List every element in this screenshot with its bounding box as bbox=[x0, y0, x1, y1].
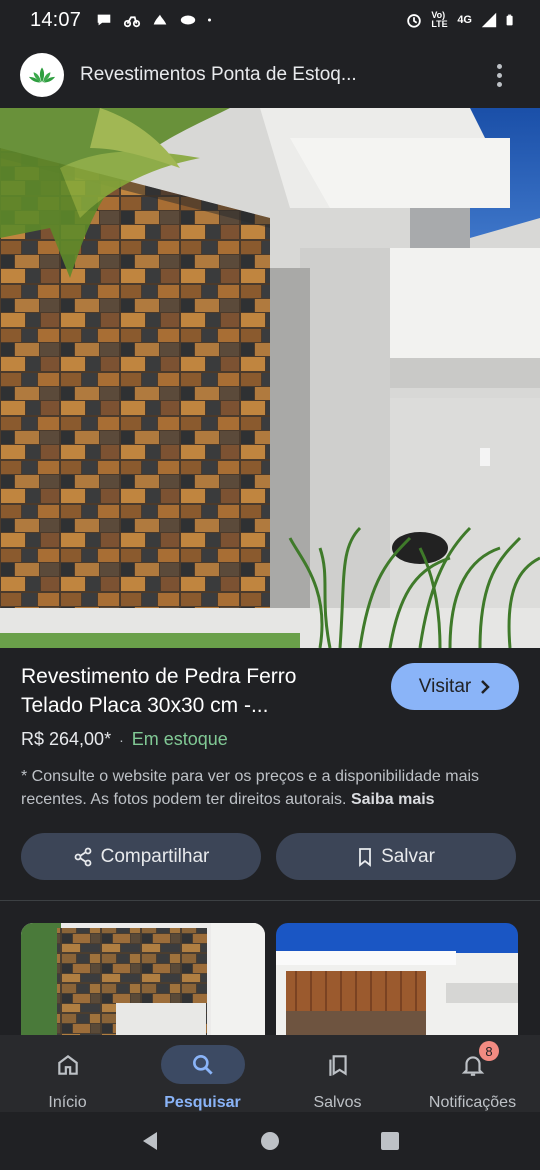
more-vert-icon[interactable] bbox=[484, 55, 514, 95]
site-title[interactable]: Revestimentos Ponta de Estoq... bbox=[80, 64, 357, 86]
status-time: 14:07 bbox=[30, 8, 82, 31]
nav-label-search: Pesquisar bbox=[164, 1094, 241, 1111]
share-icon bbox=[74, 847, 92, 866]
lotus-logo-icon[interactable] bbox=[20, 53, 64, 97]
bookmarks-icon bbox=[328, 1054, 347, 1076]
nav-item-saved[interactable]: Salvos bbox=[270, 1035, 405, 1112]
battery-icon bbox=[506, 14, 513, 26]
bowl-icon bbox=[180, 15, 196, 25]
status-bar: 14:07 Vo) LTE 4G bbox=[0, 0, 540, 40]
price-row: R$ 264,00* · Em estoque bbox=[21, 729, 228, 750]
nav-item-notifications[interactable]: 8 Notificações bbox=[405, 1035, 540, 1112]
chat-bubble-icon bbox=[97, 14, 111, 26]
nav-label-saved: Salvos bbox=[313, 1094, 362, 1111]
visit-label: Visitar bbox=[418, 675, 472, 697]
bike-icon bbox=[123, 16, 141, 28]
price-disclaimer: * Consulte o website para ver os preços … bbox=[21, 765, 521, 811]
visit-button[interactable]: Visitar bbox=[391, 663, 519, 710]
system-navigation bbox=[0, 1112, 540, 1170]
product-title: Revestimento de Pedra Ferro Telado Placa… bbox=[21, 665, 297, 717]
alarm-icon bbox=[407, 14, 422, 28]
dot-icon bbox=[208, 18, 212, 22]
learn-more-link[interactable]: Saiba mais bbox=[351, 791, 435, 808]
related-image[interactable] bbox=[21, 923, 265, 1035]
separator: · bbox=[119, 731, 124, 748]
related-image[interactable] bbox=[276, 923, 518, 1035]
recycle-icon bbox=[153, 14, 167, 25]
site-header: Revestimentos Ponta de Estoq... bbox=[0, 44, 540, 106]
home-icon bbox=[57, 1054, 78, 1075]
nav-item-search[interactable]: Pesquisar bbox=[135, 1035, 270, 1112]
back-icon[interactable] bbox=[139, 1130, 161, 1152]
nav-label-home: Início bbox=[48, 1094, 87, 1111]
notification-icons bbox=[95, 11, 217, 29]
share-button[interactable]: Compartilhar bbox=[21, 833, 261, 880]
recents-icon[interactable] bbox=[379, 1130, 401, 1152]
save-button[interactable]: Salvar bbox=[276, 833, 516, 880]
notification-badge: 8 bbox=[479, 1041, 499, 1061]
signal-icon bbox=[481, 12, 497, 28]
product-image[interactable] bbox=[0, 108, 540, 648]
bookmark-icon bbox=[359, 847, 371, 867]
product-price: R$ 264,00* bbox=[21, 729, 112, 749]
nav-item-home[interactable]: Início bbox=[0, 1035, 135, 1112]
network-type: 4G bbox=[457, 13, 472, 26]
divider bbox=[0, 900, 540, 901]
search-icon bbox=[192, 1054, 213, 1075]
stock-status: Em estoque bbox=[131, 729, 228, 749]
bottom-navigation: Início Pesquisar Salvos 8 Notificações bbox=[0, 1035, 540, 1112]
share-label: Compartilhar bbox=[100, 845, 210, 867]
home-circle-icon[interactable] bbox=[259, 1130, 281, 1152]
chevron-right-icon bbox=[481, 679, 490, 694]
nav-label-notifications: Notificações bbox=[428, 1094, 517, 1111]
save-label: Salvar bbox=[381, 845, 435, 867]
volte-icon: Vo) LTE bbox=[431, 10, 448, 29]
